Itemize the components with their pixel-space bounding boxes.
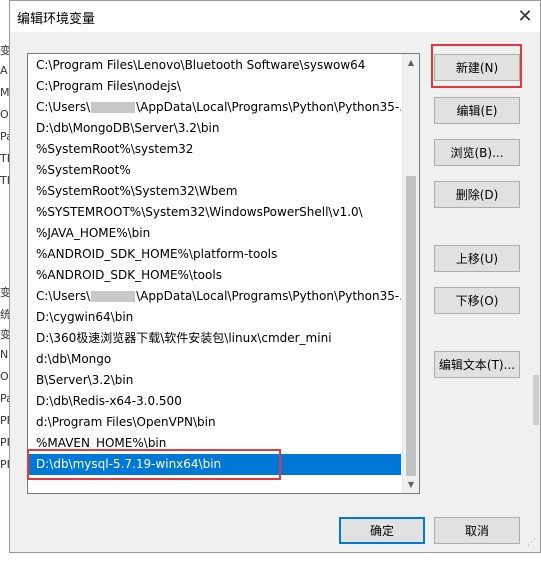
background-text-fragment: Pa bbox=[0, 130, 9, 143]
browse-button[interactable]: 浏览(B)... bbox=[434, 139, 520, 166]
path-list-item[interactable]: %SystemRoot%\system32 bbox=[29, 139, 401, 160]
path-list-item[interactable]: %SystemRoot% bbox=[29, 160, 401, 181]
path-list-item[interactable]: %SYSTEMROOT%\System32\WindowsPowerShell\… bbox=[29, 202, 401, 223]
scrollbar-thumb[interactable] bbox=[406, 176, 416, 476]
edit-text-button[interactable]: 编辑文本(T)... bbox=[434, 351, 520, 378]
path-text: D:\360极速浏览器下载\软件安装包\linux\cmder_mini bbox=[36, 331, 332, 345]
path-list[interactable]: D:\db\mysql-5.7.19-winx64\bin %MAVEN_HOME… bbox=[27, 53, 420, 494]
path-list-item[interactable]: D:\cygwin64\bin bbox=[29, 307, 401, 328]
path-list-item[interactable]: C:\Program Files\Lenovo\Bluetooth Softwa… bbox=[29, 55, 401, 76]
path-list-item[interactable]: d:\db\Mongo bbox=[29, 349, 401, 370]
path-text: %SystemRoot% bbox=[36, 163, 131, 177]
vertical-scrollbar[interactable]: ▲ ▼ bbox=[402, 54, 419, 493]
path-list-item[interactable]: %JAVA_HOME%\bin bbox=[29, 223, 401, 244]
path-text: %SystemRoot%\System32\Wbem bbox=[36, 184, 238, 198]
background-text-fragment: 变 bbox=[0, 44, 9, 57]
title-bar: 编辑环境变量 ✕ bbox=[10, 1, 540, 32]
path-list-item[interactable]: D:\db\Redis-x64-3.0.500 bbox=[29, 391, 401, 412]
delete-button[interactable]: 删除(D) bbox=[434, 181, 520, 208]
background-text-fragment: 统 bbox=[0, 308, 9, 321]
path-text: C:\Program Files\nodejs\ bbox=[36, 79, 181, 93]
path-list-item[interactable]: C:\Users\ \AppData\Local\Programs\Python\… bbox=[29, 286, 401, 307]
resize-grip-icon[interactable]: ⋰ bbox=[527, 538, 536, 548]
path-text: C:\Users\ bbox=[36, 100, 91, 114]
path-list-item[interactable]: C:\Program Files\nodejs\ bbox=[29, 76, 401, 97]
path-list-item[interactable]: D:\db\mysql-5.7.19-winx64\bin bbox=[29, 454, 401, 475]
path-text: %ANDROID_SDK_HOME%\platform-tools bbox=[36, 247, 278, 261]
scroll-up-arrow-icon[interactable]: ▲ bbox=[403, 54, 419, 71]
path-list-item[interactable]: d:\Program Files\OpenVPN\bin bbox=[29, 412, 401, 433]
background-text-fragment: PF bbox=[0, 458, 9, 471]
path-text: %JAVA_HOME%\bin bbox=[36, 226, 151, 240]
background-text-fragment: Pa bbox=[0, 392, 9, 405]
cancel-button[interactable]: 取消 bbox=[434, 517, 520, 544]
path-text: %MAVEN_HOME%\bin bbox=[36, 436, 167, 450]
background-text-fragment: A bbox=[0, 64, 8, 77]
background-text-fragment: N bbox=[0, 348, 9, 361]
background-text-fragment: 变 bbox=[0, 286, 9, 299]
move-up-button[interactable]: 上移(U) bbox=[434, 245, 520, 272]
path-list-item[interactable]: %SystemRoot%\System32\Wbem bbox=[29, 181, 401, 202]
close-icon[interactable]: ✕ bbox=[510, 1, 540, 32]
dialog-title: 编辑环境变量 bbox=[17, 12, 96, 27]
path-text: d:\db\Mongo bbox=[36, 352, 112, 366]
path-text: D:\cygwin64\bin bbox=[36, 310, 134, 324]
path-text: d:\Program Files\OpenVPN\bin bbox=[36, 415, 216, 429]
path-text: D:\db\MongoDB\Server\3.2\bin bbox=[36, 121, 220, 135]
background-text-fragment: PF bbox=[0, 414, 9, 427]
scroll-down-arrow-icon[interactable]: ▼ bbox=[403, 476, 419, 493]
background-text-fragment: PF bbox=[0, 436, 9, 449]
edit-environment-variable-dialog: 编辑环境变量 ✕ D:\db\mysql-5.7.19-winx64\bin %M… bbox=[9, 0, 541, 553]
redacted-username bbox=[91, 102, 136, 113]
path-text: D:\db\mysql-5.7.19-winx64\bin bbox=[36, 457, 222, 471]
path-text-suffix: \AppData\Local\Programs\Python\Python35-… bbox=[136, 100, 401, 114]
path-text: C:\Users\ bbox=[36, 289, 91, 303]
path-list-item[interactable]: %ANDROID_SDK_HOME%\tools bbox=[29, 265, 401, 286]
path-list-item[interactable]: %ANDROID_SDK_HOME%\platform-tools bbox=[29, 244, 401, 265]
path-list-item[interactable]: %MAVEN_HOME%\bin bbox=[29, 433, 401, 454]
ok-button[interactable]: 确定 bbox=[339, 517, 425, 544]
background-text-fragment: M bbox=[0, 86, 9, 99]
path-list-item[interactable]: C:\Users\ \AppData\Local\Programs\Python\… bbox=[29, 97, 401, 118]
background-text-fragment: O bbox=[0, 370, 9, 383]
path-text: C:\Program Files\Lenovo\Bluetooth Softwa… bbox=[36, 58, 366, 72]
edit-button[interactable]: 编辑(E) bbox=[434, 97, 520, 124]
path-text: %SYSTEMROOT%\System32\WindowsPowerShell\… bbox=[36, 205, 363, 219]
background-scrollbar bbox=[533, 375, 539, 425]
path-list-item[interactable]: D:\360极速浏览器下载\软件安装包\linux\cmder_mini bbox=[29, 328, 401, 349]
path-text: D:\db\Redis-x64-3.0.500 bbox=[36, 394, 182, 408]
new-button[interactable]: 新建(N) bbox=[434, 54, 520, 81]
path-list-item[interactable]: D:\db\MongoDB\Server\3.2\bin bbox=[29, 118, 401, 139]
path-text: %ANDROID_SDK_HOME%\tools bbox=[36, 268, 222, 282]
background-text-fragment: TM bbox=[0, 174, 9, 187]
background-text-fragment: O bbox=[0, 108, 9, 121]
background-text-fragment: 变 bbox=[0, 328, 9, 341]
background-bottom bbox=[0, 553, 541, 570]
path-text: %SystemRoot%\system32 bbox=[36, 142, 194, 156]
path-text-suffix: \AppData\Local\Programs\Python\Python35-… bbox=[136, 289, 401, 303]
move-down-button[interactable]: 下移(O) bbox=[434, 287, 520, 314]
path-list-item[interactable]: B\Server\3.2\bin bbox=[29, 370, 401, 391]
redacted-username bbox=[91, 291, 136, 302]
path-text: B\Server\3.2\bin bbox=[36, 373, 134, 387]
background-text-fragment: TE bbox=[0, 152, 9, 165]
